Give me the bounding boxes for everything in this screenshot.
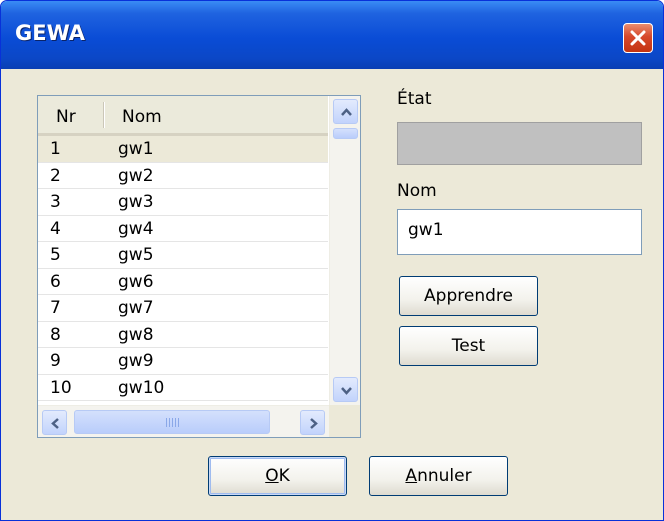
row-nr: 2 <box>50 165 61 186</box>
vertical-scroll-thumb[interactable] <box>333 128 358 139</box>
horizontal-scroll-thumb[interactable] <box>74 410 270 434</box>
list-row[interactable]: 4 gw4 <box>38 216 328 242</box>
column-header-nom[interactable]: Nom <box>122 107 162 127</box>
scroll-right-button[interactable] <box>300 410 325 435</box>
scroll-grip-icon <box>166 418 180 427</box>
cancel-mnemonic: A <box>405 466 418 486</box>
title-bar[interactable]: GEWA <box>1 1 663 69</box>
row-nr: 1 <box>50 139 61 159</box>
state-label: État <box>397 89 432 109</box>
row-nom: gw3 <box>118 192 154 212</box>
row-nr: 10 <box>50 377 72 398</box>
column-separator[interactable] <box>103 102 105 128</box>
row-nom: gw9 <box>118 351 154 371</box>
state-indicator <box>397 122 642 165</box>
column-header-nr[interactable]: Nr <box>56 107 76 127</box>
list-row[interactable]: 9 gw9 <box>38 348 328 375</box>
cancel-button[interactable]: Annuler <box>369 456 508 496</box>
scroll-left-button[interactable] <box>42 410 67 435</box>
name-label: Nom <box>397 181 437 201</box>
arrow-left-icon <box>51 418 59 429</box>
row-nr: 3 <box>50 192 61 212</box>
cancel-label: nnuler <box>417 466 472 486</box>
list-row[interactable]: 2 gw2 <box>38 163 328 189</box>
row-nr: 5 <box>50 245 61 265</box>
ok-button[interactable]: OK <box>208 456 347 496</box>
row-nr: 6 <box>50 271 61 292</box>
list-row[interactable]: 8 gw8 <box>38 322 328 348</box>
row-nom: gw7 <box>118 298 154 318</box>
list-row[interactable]: 6 gw6 <box>38 269 328 295</box>
row-nom: gw2 <box>118 165 154 186</box>
scrollbar-corner <box>329 405 360 437</box>
row-nr: 4 <box>50 218 61 239</box>
scroll-down-button[interactable] <box>333 377 358 402</box>
close-button[interactable] <box>623 23 653 53</box>
ok-label: K <box>278 466 290 486</box>
scroll-up-button[interactable] <box>333 99 358 124</box>
vertical-scrollbar[interactable] <box>329 96 360 405</box>
list-header: Nr Nom <box>38 96 328 136</box>
close-icon <box>630 30 646 46</box>
list-row[interactable]: 1 gw1 <box>38 136 328 163</box>
row-nom: gw1 <box>118 139 154 159</box>
row-nr: 7 <box>50 298 61 318</box>
name-input[interactable]: gw1 <box>397 209 642 255</box>
window-title: GEWA <box>15 21 86 45</box>
row-nr: 9 <box>50 351 61 371</box>
arrow-right-icon <box>310 418 318 429</box>
gateway-list[interactable]: Nr Nom 1 gw1 2 gw2 3 gw3 4 gw4 5 gw5 6 gw6 7 gw… <box>37 95 361 438</box>
list-row[interactable]: 7 gw7 <box>38 295 328 322</box>
row-nom: gw6 <box>118 271 154 292</box>
horizontal-scrollbar[interactable] <box>38 405 329 437</box>
row-nom: gw5 <box>118 245 154 265</box>
row-nr: 8 <box>50 324 61 345</box>
row-nom: gw10 <box>118 377 165 398</box>
dialog-client-area: Nr Nom 1 gw1 2 gw2 3 gw3 4 gw4 5 gw5 6 gw6 7 gw… <box>4 69 658 519</box>
list-row[interactable]: 5 gw5 <box>38 242 328 269</box>
dialog-window: GEWA Nr Nom 1 gw1 2 gw2 3 gw3 4 gw4 5 gw5 6 gw… <box>0 0 664 521</box>
row-nom: gw8 <box>118 324 154 345</box>
list-rows: 1 gw1 2 gw2 3 gw3 4 gw4 5 gw5 6 gw6 7 gw7 8 gw8 … <box>38 136 328 401</box>
learn-button[interactable]: Apprendre <box>399 276 538 316</box>
row-nom: gw4 <box>118 218 154 239</box>
arrow-up-icon <box>341 108 352 116</box>
ok-mnemonic: O <box>265 466 279 486</box>
arrow-down-icon <box>341 387 352 395</box>
test-button[interactable]: Test <box>399 326 538 366</box>
list-row[interactable]: 10 gw10 <box>38 375 328 401</box>
list-row[interactable]: 3 gw3 <box>38 189 328 216</box>
